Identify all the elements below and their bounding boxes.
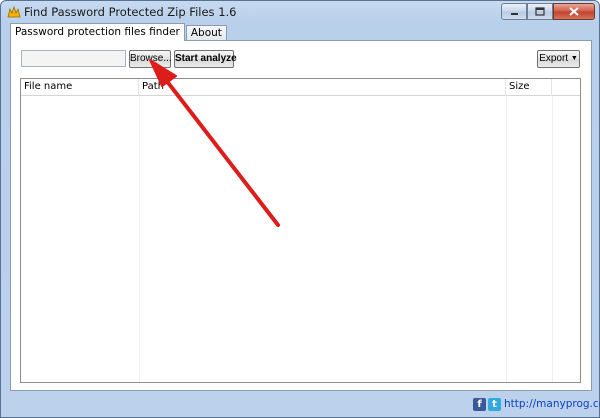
maximize-icon[interactable] — [527, 3, 553, 20]
tab-password-finder[interactable]: Password protection files finder — [10, 23, 185, 41]
window-title: Find Password Protected Zip Files 1.6 — [24, 5, 237, 19]
twitter-icon[interactable]: t — [488, 398, 501, 411]
column-header-size[interactable]: Size — [506, 79, 552, 96]
tab-panel: Browse... Start analyze Export ▼ File na… — [10, 40, 592, 391]
app-window: Find Password Protected Zip Files 1.6 Pa… — [0, 0, 600, 418]
website-link[interactable]: http://manyprog.com — [504, 398, 600, 410]
status-bar: f t http://manyprog.com — [1, 395, 600, 417]
chevron-down-icon: ▼ — [570, 55, 578, 62]
table-header: File name Path Size — [21, 79, 580, 96]
app-icon — [7, 5, 21, 18]
start-analyze-button[interactable]: Start analyze — [174, 50, 237, 68]
column-header-file-name[interactable]: File name — [21, 79, 139, 96]
column-header-filler — [552, 79, 580, 96]
column-divider — [552, 96, 553, 382]
export-label: Export — [539, 53, 569, 64]
tab-strip: Password protection files finder About — [10, 23, 228, 41]
results-table[interactable]: File name Path Size — [20, 78, 581, 383]
folder-path-input[interactable] — [21, 50, 126, 67]
column-header-path[interactable]: Path — [139, 79, 506, 96]
facebook-icon[interactable]: f — [473, 398, 486, 411]
window-controls — [501, 3, 595, 20]
export-button[interactable]: Export ▼ — [537, 50, 580, 68]
close-icon[interactable] — [553, 3, 595, 20]
minimize-icon[interactable] — [501, 3, 527, 20]
tab-about[interactable]: About — [185, 25, 227, 41]
title-bar: Find Password Protected Zip Files 1.6 — [1, 1, 599, 23]
browse-button[interactable]: Browse... — [129, 50, 172, 68]
column-divider — [506, 96, 507, 382]
column-divider — [139, 96, 140, 382]
